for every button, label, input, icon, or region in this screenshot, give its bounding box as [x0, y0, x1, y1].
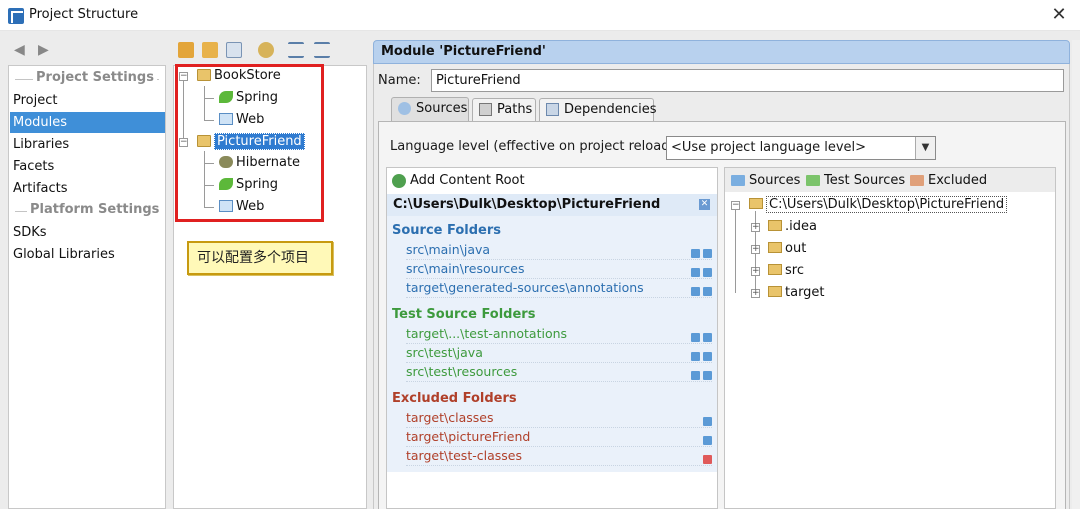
back-arrow-icon[interactable]: ◀ [14, 42, 30, 58]
nav-item-facets[interactable]: Facets [10, 156, 165, 177]
search-icon[interactable] [258, 42, 274, 58]
test-folder-row[interactable]: src\test\resources [406, 363, 712, 382]
nav-toolbar: ◀ ▶ [10, 40, 160, 62]
add-icon[interactable] [178, 42, 194, 58]
source-folders-title: Source Folders [392, 223, 502, 238]
window-title: Project Structure [29, 7, 139, 22]
add-root-icon [392, 174, 406, 188]
highlight-box [175, 64, 324, 222]
expand-toggle[interactable]: + [751, 289, 760, 298]
excluded-folders-title: Excluded Folders [392, 391, 517, 406]
remove-icon[interactable] [703, 455, 712, 464]
sources-tab-icon [398, 102, 411, 115]
dependencies-tab-icon [546, 103, 559, 116]
mark-test-sources-button[interactable]: Test Sources [806, 173, 905, 189]
tree-line [735, 205, 736, 293]
module-header: Module 'PictureFriend' [373, 40, 1070, 64]
remove-icon[interactable] [703, 333, 712, 342]
edit-icon[interactable] [691, 287, 700, 296]
remove-root-icon[interactable]: ✕ [699, 199, 710, 210]
tree-folder-out[interactable]: out [768, 239, 806, 259]
edit-icon[interactable] [691, 333, 700, 342]
nav-item-global-libraries[interactable]: Global Libraries [10, 244, 165, 265]
remove-icon[interactable] [703, 249, 712, 258]
tab-paths[interactable]: Paths [472, 98, 536, 121]
collapse-toggle[interactable]: − [731, 201, 740, 210]
source-folder-row[interactable]: src\main\java [406, 241, 712, 260]
content-root-path: C:\Users\Dulk\Desktop\PictureFriend [393, 197, 661, 212]
nav-item-modules[interactable]: Modules [10, 112, 165, 133]
tab-sources[interactable]: Sources [391, 97, 469, 122]
remove-icon[interactable] [703, 417, 712, 426]
remove-icon[interactable] [703, 268, 712, 277]
remove-icon[interactable] [202, 42, 218, 58]
folder-icon [768, 242, 782, 253]
project-settings-header: Project Settings [9, 70, 165, 88]
annotation-note: 可以配置多个项目 [187, 241, 333, 275]
platform-settings-header: Platform Settings [9, 202, 165, 220]
test-folders-title: Test Source Folders [392, 307, 536, 322]
chevron-down-icon[interactable]: ▼ [915, 137, 935, 159]
tree-folder-src[interactable]: src [768, 261, 804, 281]
edit-icon[interactable] [691, 268, 700, 277]
module-name-input[interactable]: PictureFriend [431, 69, 1064, 92]
expand-toggle[interactable]: + [751, 267, 760, 276]
language-level-select[interactable]: <Use project language level> ▼ [666, 136, 936, 160]
module-tree-toolbar [175, 40, 365, 62]
tree-folder-idea[interactable]: .idea [768, 217, 817, 237]
folder-icon [768, 286, 782, 297]
test-folder-row[interactable]: target\...\test-annotations [406, 325, 712, 344]
name-label: Name: [378, 73, 421, 88]
nav-item-libraries[interactable]: Libraries [10, 134, 165, 155]
excluded-folder-row[interactable]: target\classes [406, 409, 712, 428]
remove-icon[interactable] [703, 352, 712, 361]
app-logo-icon [8, 8, 24, 24]
nav-item-project[interactable]: Project [10, 90, 165, 111]
language-level-label: Language level (effective on project rel… [390, 139, 679, 154]
excluded-folder-row[interactable]: target\pictureFriend [406, 428, 712, 447]
remove-icon[interactable] [703, 287, 712, 296]
tab-dependencies[interactable]: Dependencies [539, 98, 657, 121]
excluded-folder-row[interactable]: target\test-classes [406, 447, 712, 466]
mark-sources-button[interactable]: Sources [731, 173, 800, 189]
source-folder-row[interactable]: target\generated-sources\annotations [406, 279, 712, 298]
nav-item-sdks[interactable]: SDKs [10, 222, 165, 243]
title-bar [0, 0, 1080, 31]
paths-tab-icon [479, 103, 492, 116]
edit-icon[interactable] [691, 352, 700, 361]
sources-folder-icon [731, 175, 745, 186]
folder-icon [768, 220, 782, 231]
folder-open-icon [749, 198, 763, 209]
nav-item-artifacts[interactable]: Artifacts [10, 178, 165, 199]
language-level-value: <Use project language level> [671, 140, 867, 155]
expand-all-icon[interactable] [288, 42, 304, 58]
source-folder-row[interactable]: src\main\resources [406, 260, 712, 279]
close-icon[interactable]: ✕ [1048, 4, 1070, 26]
copy-icon[interactable] [226, 42, 242, 58]
edit-icon[interactable] [691, 371, 700, 380]
tree-folder-target[interactable]: target [768, 283, 825, 303]
tree-root-folder[interactable]: C:\Users\Dulk\Desktop\PictureFriend [749, 195, 1008, 215]
expand-toggle[interactable]: + [751, 223, 760, 232]
remove-icon[interactable] [703, 436, 712, 445]
forward-arrow-icon[interactable]: ▶ [38, 42, 54, 58]
remove-icon[interactable] [703, 371, 712, 380]
test-folder-row[interactable]: src\test\java [406, 344, 712, 363]
excluded-folder-icon [910, 175, 924, 186]
test-sources-folder-icon [806, 175, 820, 186]
mark-excluded-button[interactable]: Excluded [910, 173, 987, 189]
folder-icon [768, 264, 782, 275]
window-scrollbar[interactable] [1072, 40, 1080, 509]
settings-nav: Project Settings Project Modules Librari… [8, 65, 166, 509]
add-content-root-button[interactable]: Add Content Root [392, 171, 525, 191]
edit-icon[interactable] [691, 249, 700, 258]
expand-toggle[interactable]: + [751, 245, 760, 254]
collapse-all-icon[interactable] [314, 42, 330, 58]
